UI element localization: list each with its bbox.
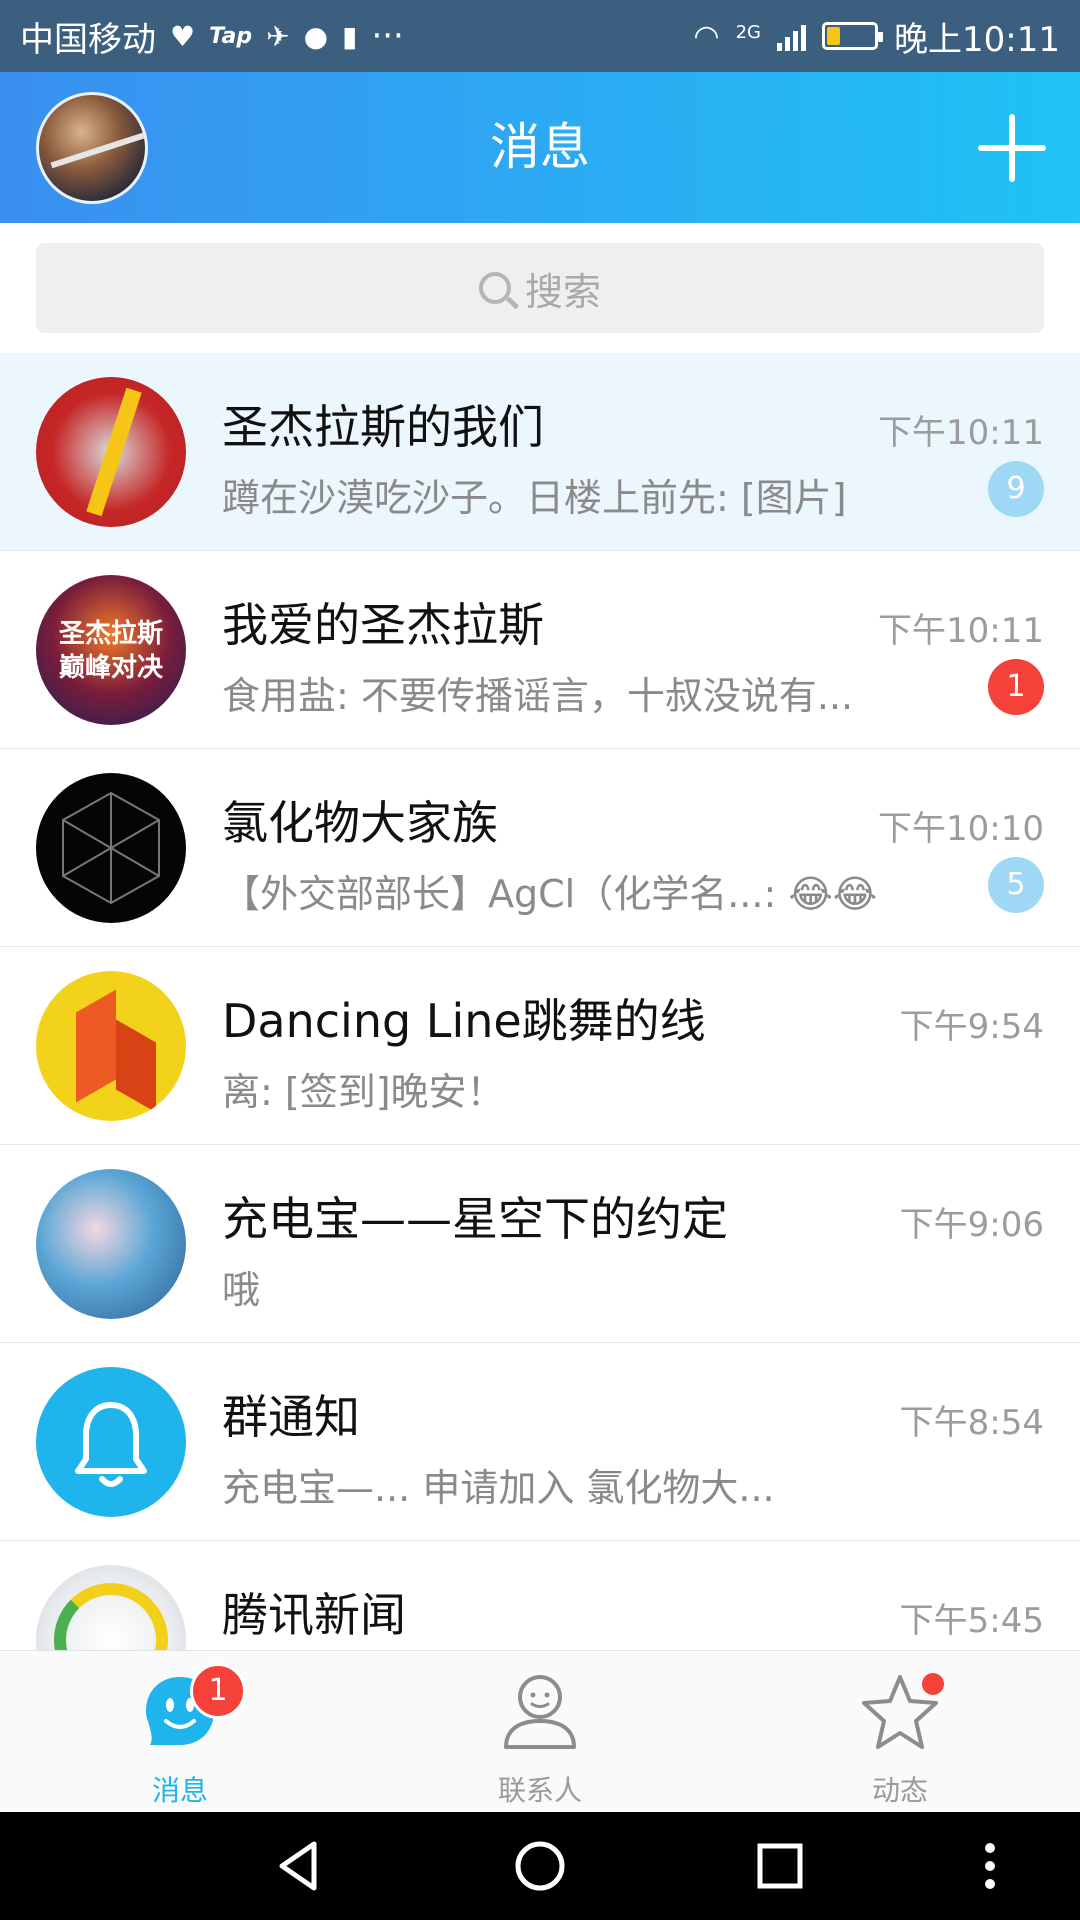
conversation-title: 充电宝——星空下的约定 [222, 1192, 728, 1246]
clock: 晚上10:11 [894, 19, 1060, 60]
tab-messages[interactable]: 1 消息 [80, 1651, 280, 1813]
conversation-row[interactable]: 圣杰拉斯 巅峰对决 我爱的圣杰拉斯 食用盐: 不要传播谣言，十叔没说有... 下… [0, 551, 1080, 749]
conversation-title: 群通知 [222, 1390, 360, 1444]
system-nav-bar [0, 1812, 1080, 1920]
conversation-title: Dancing Line跳舞的线 [222, 994, 706, 1048]
more-notifications-icon: ··· [371, 16, 404, 56]
conversation-time: 下午9:06 [899, 1205, 1044, 1245]
conversation-title: 氯化物大家族 [222, 796, 498, 850]
bottom-tab-bar: 1 消息 联系人 动态 [0, 1650, 1080, 1812]
tab-label: 动态 [871, 1774, 928, 1807]
conversation-row[interactable]: 群通知 充电宝—... 申请加入 氯化物大... 下午8:54 [0, 1343, 1080, 1541]
conversation-time: 下午8:54 [899, 1403, 1044, 1443]
unread-badge: 5 [988, 857, 1044, 913]
tab-label: 联系人 [497, 1774, 582, 1807]
conversation-time: 下午10:11 [878, 413, 1044, 453]
conversation-preview: 【外交部部长】AgCl（化学名...: 😂😂 [222, 872, 878, 916]
heart-pulse-icon: ♥ [170, 19, 196, 53]
conversation-preview: 蹲在沙漠吃沙子。日楼上前先: [图片] [222, 476, 847, 520]
group-avatar [36, 377, 186, 527]
wifi-icon: ◠ [693, 18, 720, 54]
group-avatar [36, 1169, 186, 1319]
battery-small-icon: ▮ [342, 19, 358, 53]
add-button[interactable] [974, 110, 1050, 186]
conversation-row[interactable]: 腾讯新闻 下午5:45 [0, 1541, 1080, 1650]
conversation-title: 我爱的圣杰拉斯 [222, 598, 544, 652]
search-input[interactable]: 搜索 [36, 243, 1044, 333]
conversation-time: 下午10:11 [878, 611, 1044, 651]
contacts-icon [504, 1675, 576, 1749]
back-triangle-icon [279, 1841, 317, 1891]
conversation-list[interactable]: 圣杰拉斯的我们 蹲在沙漠吃沙子。日楼上前先: [图片] 下午10:11 9 圣杰… [0, 353, 1080, 1650]
battery-icon [822, 22, 884, 50]
unread-badge: 1 [988, 659, 1044, 715]
signal-icon [777, 21, 807, 51]
tap-icon: Tap [209, 23, 253, 49]
group-notification-avatar [36, 1367, 186, 1517]
avatar-text: 圣杰拉斯 [58, 619, 163, 649]
group-avatar: 圣杰拉斯 巅峰对决 [36, 575, 186, 725]
conversation-row[interactable]: 圣杰拉斯的我们 蹲在沙漠吃沙子。日楼上前先: [图片] 下午10:11 9 [0, 353, 1080, 551]
recents-square-icon [757, 1843, 803, 1889]
recents-button[interactable] [720, 1812, 840, 1920]
carrier-label: 中国移动 [20, 19, 156, 60]
conversation-title: 腾讯新闻 [222, 1588, 406, 1642]
tab-contacts[interactable]: 联系人 [440, 1651, 640, 1813]
group-avatar [36, 971, 186, 1121]
conversation-title: 圣杰拉斯的我们 [222, 400, 544, 454]
search-area: 搜索 [0, 223, 1080, 353]
conversation-row[interactable]: Dancing Line跳舞的线 离: [签到]晚安！ 下午9:54 [0, 947, 1080, 1145]
conversation-preview: 哦 [222, 1268, 261, 1312]
conversation-time: 下午9:54 [899, 1007, 1044, 1047]
search-icon [478, 272, 511, 304]
conversation-time: 下午5:45 [899, 1601, 1044, 1641]
tab-label: 消息 [151, 1774, 208, 1807]
home-circle-icon [515, 1841, 565, 1891]
back-button[interactable] [240, 1812, 360, 1920]
search-placeholder: 搜索 [524, 269, 601, 314]
tab-unread-badge: 1 [190, 1663, 246, 1719]
chat-bubble-icon: ● [303, 19, 329, 53]
conversation-preview: 食用盐: 不要传播谣言，十叔没说有... [222, 674, 854, 718]
page-title: 消息 [490, 118, 590, 176]
bell-icon [75, 1402, 147, 1487]
news-avatar [36, 1565, 186, 1650]
avatar-text: 巅峰对决 [58, 653, 163, 683]
overflow-menu-button[interactable] [930, 1812, 1050, 1920]
tab-notification-dot [922, 1673, 944, 1695]
conversation-preview: 离: [签到]晚安！ [222, 1070, 505, 1114]
conversation-time: 下午10:10 [878, 809, 1044, 849]
bird-icon: ✈ [266, 19, 290, 53]
network-type-label: 2G [735, 21, 762, 43]
tab-moments[interactable]: 动态 [800, 1651, 1000, 1813]
group-avatar [36, 773, 186, 923]
conversation-row[interactable]: 充电宝——星空下的约定 哦 下午9:06 [0, 1145, 1080, 1343]
home-button[interactable] [480, 1812, 600, 1920]
conversation-preview: 充电宝—... 申请加入 氯化物大... [222, 1466, 775, 1510]
overflow-dots-icon [985, 1843, 995, 1889]
status-bar: 中国移动 ♥ Tap ✈ ● ▮ ··· ◠ 2G 晚上10:11 [0, 0, 1080, 72]
conversation-row[interactable]: 氯化物大家族 【外交部部长】AgCl（化学名...: 😂😂 下午10:10 5 [0, 749, 1080, 947]
app-header: 消息 [0, 72, 1080, 223]
unread-badge: 9 [988, 461, 1044, 517]
